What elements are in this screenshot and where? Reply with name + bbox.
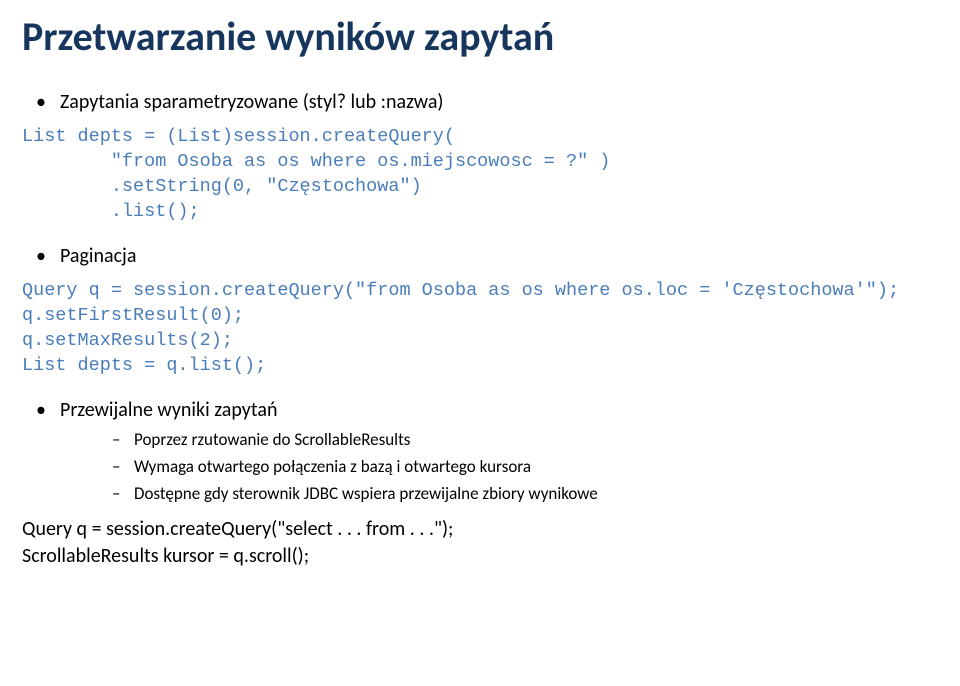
dash-item: Wymaga otwartego połączenia z bazą i otw… [98,456,938,479]
bullet-parametrized-queries: Zapytania sparametryzowane (styl? lub :n… [22,89,938,115]
page-title: Przetwarzanie wyników zapytań [22,12,938,61]
bullet-pagination: Paginacja [22,243,938,269]
code-block-1: List depts = (List)session.createQuery( … [22,125,938,225]
code-block-3: Query q = session.createQuery("select . … [22,516,938,570]
dash-item: Dostępne gdy sterownik JDBC wspiera prze… [98,483,938,506]
bullet-scrollable-results-label: Przewijalne wyniki zapytań [60,398,277,422]
code-block-2: Query q = session.createQuery("from Osob… [22,279,938,379]
bullet-scrollable-results: Przewijalne wyniki zapytań Poprzez rzuto… [22,397,938,506]
dash-item: Poprzez rzutowanie do ScrollableResults [98,429,938,452]
